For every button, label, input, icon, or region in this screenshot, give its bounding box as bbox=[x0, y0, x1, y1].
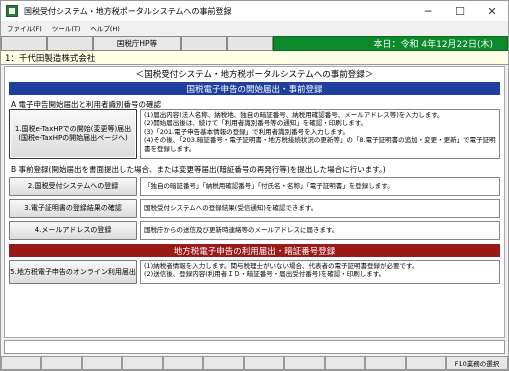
header-row: 国税庁HP等 本日：令和 4年12月22日(木) bbox=[1, 36, 508, 51]
window-title: 国税受付システム・地方税ポータルシステムへの事前登録 bbox=[24, 6, 232, 16]
app-window: 国税受付システム・地方税ポータルシステムへの事前登録 ─ ☐ ✕ ファイル(F)… bbox=[0, 0, 509, 371]
menu-bar: ファイル(F) ツール(T) ヘルプ(H) bbox=[1, 21, 508, 35]
fkey-10-business-select[interactable]: F10業務の選択 bbox=[445, 356, 508, 370]
section-b-heading: B 事前登録(開始届出を書面提出した場合、または変更等届出(暗証番号の再発行等)… bbox=[11, 165, 386, 174]
section-band-national: 国税電子申告の開始届出・事前登録 bbox=[9, 82, 500, 95]
menu-tools[interactable]: ツール(T) bbox=[52, 23, 81, 33]
fkey-7[interactable] bbox=[243, 356, 285, 370]
menu-row-3: 3.電子証明書の登録結果の確認 国税受付システムへの登録結果(受信通知)を確認で… bbox=[9, 199, 500, 218]
title-bar: 国税受付システム・地方税ポータルシステムへの事前登録 ─ ☐ ✕ bbox=[1, 1, 508, 21]
minimize-button[interactable]: ─ bbox=[412, 1, 444, 21]
function-key-bar: F10業務の選択 bbox=[1, 356, 508, 370]
fkey-8[interactable] bbox=[284, 356, 325, 370]
section-band-local: 地方税電子申告の利用届出・暗証番号登録 bbox=[9, 244, 500, 257]
header-spacer bbox=[1, 36, 47, 51]
fkey-5[interactable] bbox=[162, 356, 204, 370]
status-bar bbox=[4, 340, 505, 354]
fkey-2[interactable] bbox=[41, 356, 82, 370]
menu-help[interactable]: ヘルプ(H) bbox=[90, 23, 119, 33]
email-registration-button[interactable]: 4.メールアドレスの登録 bbox=[9, 221, 137, 240]
close-button[interactable]: ✕ bbox=[476, 1, 508, 21]
fkey-3[interactable] bbox=[81, 356, 123, 370]
menu-file[interactable]: ファイル(F) bbox=[7, 23, 42, 33]
maximize-button[interactable]: ☐ bbox=[444, 1, 476, 21]
certificate-result-button[interactable]: 3.電子証明書の登録結果の確認 bbox=[9, 199, 137, 218]
company-name: 1：千代田製造株式会社 bbox=[1, 51, 508, 65]
national-tax-registration-button[interactable]: 2.国税受付システムへの登録 bbox=[9, 177, 137, 196]
header-spacer bbox=[47, 36, 93, 51]
local-tax-online-button[interactable]: 5.地方税電子申告のオンライン利用届出 bbox=[9, 260, 137, 284]
fkey-12[interactable] bbox=[405, 356, 446, 370]
app-icon bbox=[6, 5, 18, 17]
menu-row-4: 4.メールアドレスの登録 国税庁からの送信及び更新時連絡等のメールアドレスに届き… bbox=[9, 221, 500, 240]
date-display: 本日：令和 4年12月22日(木) bbox=[273, 36, 508, 51]
row-4-description: 国税庁からの送信及び更新時連絡等のメールアドレスに届きます。 bbox=[140, 221, 500, 240]
row-5-description: (1)納税者情報を入力します。関与税理士がいない場合、代表者の電子証明書登録が必… bbox=[140, 260, 500, 284]
fkey-6[interactable] bbox=[203, 356, 244, 370]
row-1-description: (1)届出内容(法人名称、納税地、独自の暗証番号、納税用確認番号、メールアドレス… bbox=[140, 109, 500, 159]
header-spacer bbox=[181, 36, 227, 51]
fkey-1[interactable] bbox=[1, 356, 42, 370]
menu-row-1: 1.国税e-TaxHPでの開始(変更等)届出 (国税e-TaxHPの開始届出ペー… bbox=[9, 109, 500, 159]
nta-hp-button[interactable]: 国税庁HP等 bbox=[93, 36, 181, 51]
fkey-4[interactable] bbox=[122, 356, 163, 370]
fkey-11[interactable] bbox=[365, 356, 406, 370]
menu-row-2: 2.国税受付システムへの登録 「独自の暗証番号」「納税用確認番号」「付氏名・名称… bbox=[9, 177, 500, 196]
etax-start-button[interactable]: 1.国税e-TaxHPでの開始(変更等)届出 (国税e-TaxHPの開始届出ペー… bbox=[9, 109, 137, 159]
row-3-description: 国税受付システムへの登録結果(受信通知)を確認できます。 bbox=[140, 199, 500, 218]
menu-row-5: 5.地方税電子申告のオンライン利用届出 (1)納税者情報を入力します。関与税理士… bbox=[9, 260, 500, 284]
header-spacer bbox=[227, 36, 273, 51]
row-2-description: 「独自の暗証番号」「納税用確認番号」「付氏名・名称」「電子証明書」を登録します。 bbox=[140, 177, 500, 196]
fkey-9[interactable] bbox=[324, 356, 366, 370]
page-title: ＜国税受付システム・地方税ポータルシステムへの事前登録＞ bbox=[135, 70, 374, 80]
main-panel: ＜国税受付システム・地方税ポータルシステムへの事前登録＞ 国税電子申告の開始届出… bbox=[4, 66, 505, 338]
